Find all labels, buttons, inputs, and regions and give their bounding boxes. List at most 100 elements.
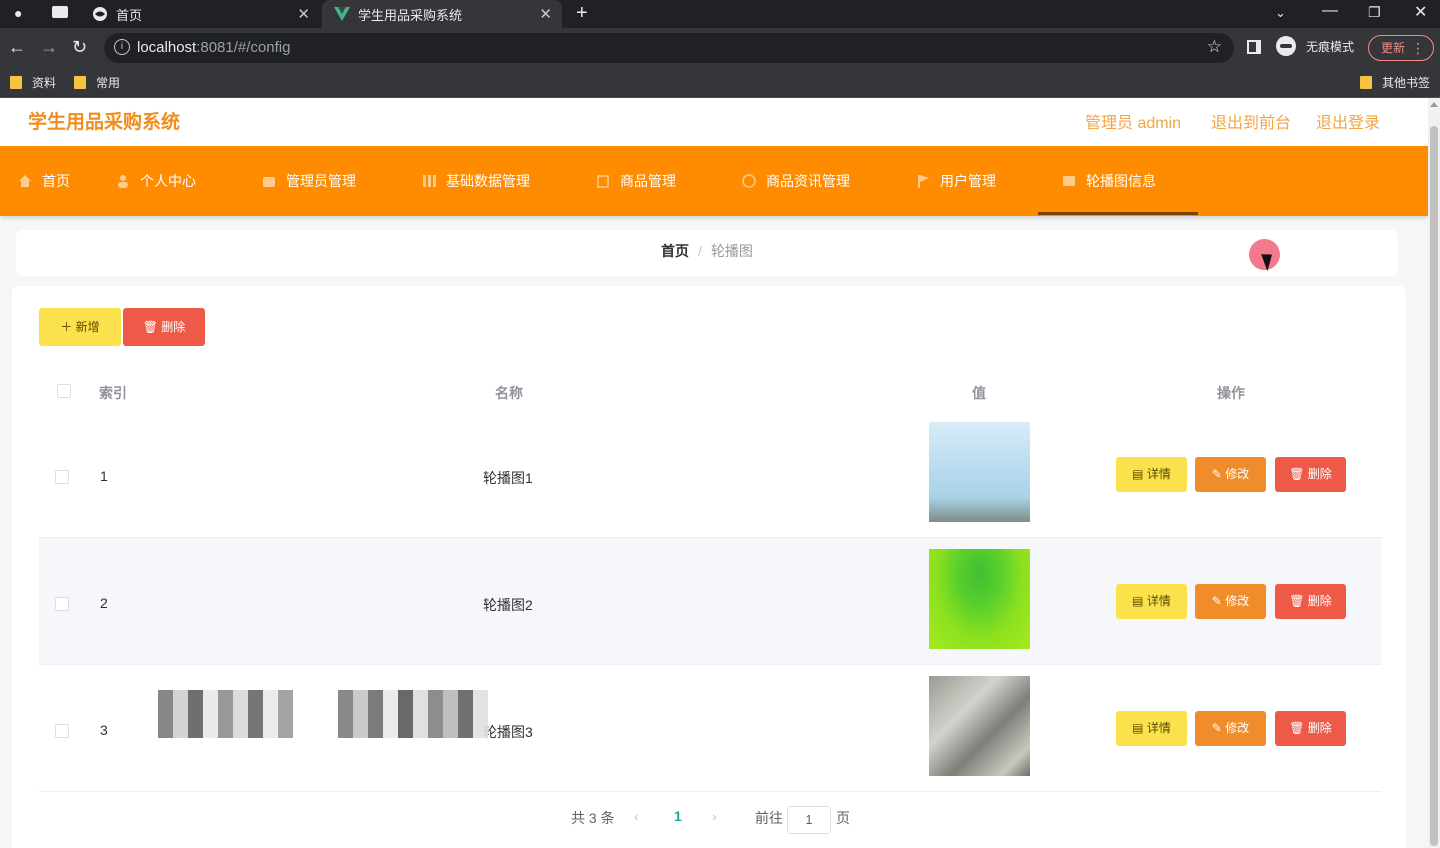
page-scrollbar[interactable] — [1428, 98, 1440, 848]
detail-button[interactable]: ▤ 详情 — [1116, 584, 1187, 619]
minimize-icon[interactable]: — — [1322, 2, 1338, 20]
menu-item-home[interactable]: 首页 — [18, 173, 70, 189]
new-tab-button[interactable]: + — [576, 2, 588, 25]
menu-item-basic-data[interactable]: 基础数据管理 — [422, 173, 530, 189]
menu-label: 基础数据管理 — [446, 173, 530, 189]
carousel-image[interactable] — [929, 676, 1030, 776]
menu-item-admin[interactable]: 管理员管理 — [262, 173, 356, 189]
main-menu: 首页 个人中心 管理员管理 基础数据管理 商品管理 商品资讯管理 用户管理 轮播… — [0, 146, 1428, 216]
row-index: 3 — [100, 722, 108, 738]
menu-item-users[interactable]: 用户管理 — [916, 173, 996, 189]
forward-icon[interactable]: → — [40, 37, 58, 58]
row-name: 轮播图1 — [483, 470, 533, 486]
bookmark-folder[interactable]: 常用 — [74, 74, 120, 91]
table-row: 1 轮播图1 ▤ 详情 ✎ 修改 🗑 删除 — [39, 411, 1382, 538]
folder-icon — [74, 76, 86, 89]
delete-button[interactable]: 🗑 删除 — [1275, 711, 1346, 746]
menu-item-profile[interactable]: 个人中心 — [116, 173, 196, 189]
pagination-total: 共 3 条 — [571, 810, 615, 826]
folder-icon — [10, 76, 22, 89]
detail-button[interactable]: ▤ 详情 — [1116, 711, 1187, 746]
row-checkbox[interactable] — [55, 597, 69, 611]
close-icon[interactable]: ✕ — [539, 5, 552, 23]
edit-button[interactable]: ✎ 修改 — [1195, 711, 1266, 746]
tab-search-icon[interactable] — [52, 6, 68, 18]
incognito-icon — [1276, 36, 1296, 56]
menu-item-goods[interactable]: 商品管理 — [596, 173, 676, 189]
delete-button[interactable]: 🗑 删除 — [1275, 457, 1346, 492]
info-icon[interactable]: i — [114, 39, 130, 55]
back-to-front-link[interactable]: 退出到前台 — [1211, 109, 1291, 133]
button-label: 修改 — [1225, 594, 1250, 608]
button-label: 修改 — [1225, 721, 1250, 735]
globe-icon[interactable]: ● — [14, 5, 22, 21]
button-label: 删除 — [1307, 467, 1332, 481]
address-bar: ← → ↻ i localhost:8081/#/config ☆ 无痕模式 更… — [0, 28, 1440, 68]
edit-button[interactable]: ✎ 修改 — [1195, 457, 1266, 492]
page: 学生用品采购系统 管理员 admin 退出到前台 退出登录 首页 个人中心 管理… — [0, 98, 1428, 848]
columns-icon — [422, 174, 436, 188]
next-page-icon[interactable]: › — [712, 808, 717, 824]
scrollbar-thumb[interactable] — [1430, 126, 1438, 846]
menu-item-goods-news[interactable]: 商品资讯管理 — [742, 173, 850, 189]
box-icon — [596, 174, 610, 188]
breadcrumb-home[interactable]: 首页 — [661, 243, 689, 259]
tab-active[interactable]: 学生用品采购系统 ✕ — [322, 0, 562, 28]
table-header: 索引 名称 值 操作 — [39, 371, 1382, 411]
user-icon — [116, 174, 130, 188]
column-header-index: 索引 — [99, 385, 127, 401]
tab-title: 学生用品采购系统 — [358, 7, 463, 23]
url-text[interactable]: localhost:8081/#/config — [137, 39, 290, 56]
reload-icon[interactable]: ↻ — [72, 37, 87, 58]
prev-page-icon[interactable]: ‹ — [634, 808, 639, 824]
edit-button[interactable]: ✎ 修改 — [1195, 584, 1266, 619]
window-close-icon[interactable]: ✕ — [1414, 2, 1427, 22]
vue-logo-icon — [334, 6, 350, 22]
column-header-name: 名称 — [495, 385, 523, 401]
row-checkbox[interactable] — [55, 724, 69, 738]
tab-list-icon[interactable]: ⌄ — [1275, 5, 1286, 21]
detail-button[interactable]: ▤ 详情 — [1116, 457, 1187, 492]
select-all-checkbox[interactable] — [57, 384, 71, 398]
row-name: 轮播图3 — [483, 724, 533, 740]
delete-button[interactable]: 🗑 删除 — [1275, 584, 1346, 619]
breadcrumb-current: 轮播图 — [710, 243, 753, 259]
back-icon[interactable]: ← — [8, 37, 26, 58]
close-icon[interactable]: ✕ — [297, 5, 310, 23]
tab-home[interactable]: 首页 ✕ — [80, 0, 320, 28]
column-header-value: 值 — [972, 385, 986, 401]
breadcrumb-separator: / — [698, 243, 702, 259]
add-button[interactable]: ＋ 新增 — [39, 308, 121, 346]
side-panel-icon[interactable] — [1247, 40, 1261, 54]
carousel-image[interactable] — [929, 422, 1030, 522]
incognito-indicator[interactable]: 无痕模式 — [1276, 36, 1354, 56]
button-label: 修改 — [1225, 467, 1250, 481]
page-jump-input[interactable]: 1 — [787, 806, 831, 834]
active-menu-indicator — [1038, 212, 1198, 215]
menu-item-carousel[interactable]: 轮播图信息 — [1062, 173, 1156, 189]
menu-label: 管理员管理 — [286, 173, 356, 189]
menu-label: 商品管理 — [620, 173, 676, 189]
carousel-image[interactable] — [929, 549, 1030, 649]
flag-icon — [916, 174, 930, 188]
batch-delete-button[interactable]: 🗑 删除 — [123, 308, 205, 346]
bookmark-folder[interactable]: 资料 — [10, 74, 56, 91]
top-header: 学生用品采购系统 管理员 admin 退出到前台 退出登录 — [0, 98, 1428, 146]
column-header-ops: 操作 — [1217, 385, 1245, 401]
row-checkbox[interactable] — [55, 470, 69, 484]
restore-icon[interactable]: ❐ — [1368, 4, 1381, 21]
news-icon — [742, 174, 756, 188]
browser-tab-bar: ● 首页 ✕ 学生用品采购系统 ✕ + ⌄ — ❐ ✕ — [0, 0, 1440, 28]
logout-link[interactable]: 退出登录 — [1316, 109, 1380, 133]
tab-title: 首页 — [116, 7, 143, 23]
button-label: 删除 — [1307, 594, 1332, 608]
update-button[interactable]: 更新 — [1368, 35, 1434, 61]
url-field[interactable]: i localhost:8081/#/config ☆ — [104, 33, 1234, 63]
bookmark-label: 常用 — [96, 76, 121, 90]
scroll-up-icon[interactable] — [1430, 102, 1438, 107]
other-bookmarks[interactable]: 其他书签 — [1360, 74, 1430, 91]
admin-icon — [262, 174, 276, 188]
bookmark-star-icon[interactable]: ☆ — [1207, 37, 1222, 57]
button-label: 详情 — [1146, 721, 1171, 735]
page-number-current[interactable]: 1 — [674, 808, 682, 824]
